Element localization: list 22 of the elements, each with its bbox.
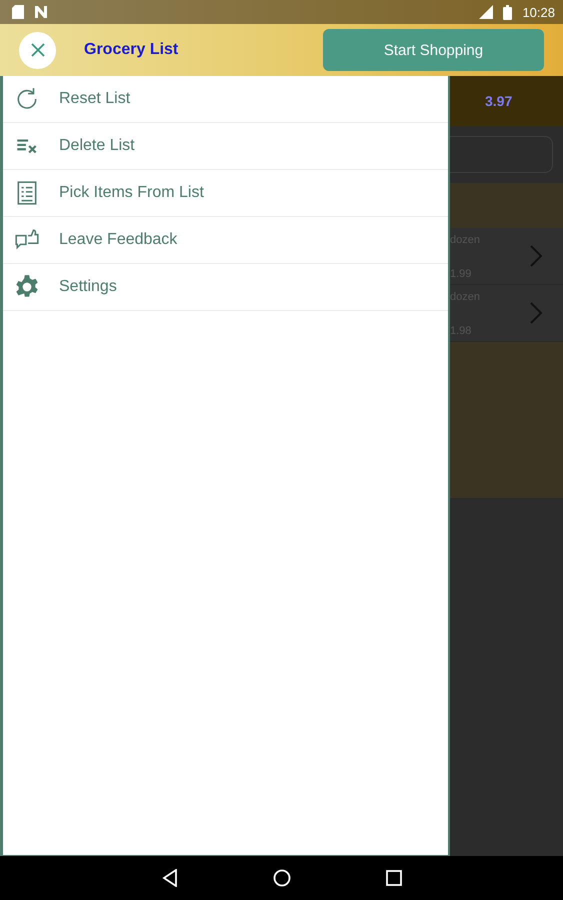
menu-item[interactable]: Pick Items From List (3, 170, 448, 217)
settings-icon (14, 274, 40, 300)
signal-icon (479, 5, 494, 19)
menu-item[interactable]: Settings (3, 264, 448, 311)
n-notification-icon (34, 6, 48, 18)
menu-item[interactable]: Leave Feedback (3, 217, 448, 264)
sd-card-icon (12, 5, 24, 19)
chevron-right-icon (529, 301, 543, 325)
app-title: Grocery List (84, 41, 180, 59)
home-icon[interactable] (272, 869, 290, 887)
close-icon (30, 42, 46, 58)
recents-icon[interactable] (386, 870, 402, 886)
total-amount: 3.97 (485, 93, 512, 109)
back-icon[interactable] (162, 869, 178, 887)
status-time: 10:28 (522, 4, 555, 20)
menu-item[interactable]: Reset List (3, 76, 448, 123)
start-shopping-button[interactable]: Start Shopping (323, 29, 544, 71)
menu-item[interactable]: Delete List (3, 123, 448, 170)
battery-icon (503, 4, 512, 20)
chevron-right-icon (529, 244, 543, 268)
search-field[interactable] (450, 136, 553, 173)
close-button[interactable] (19, 32, 56, 68)
